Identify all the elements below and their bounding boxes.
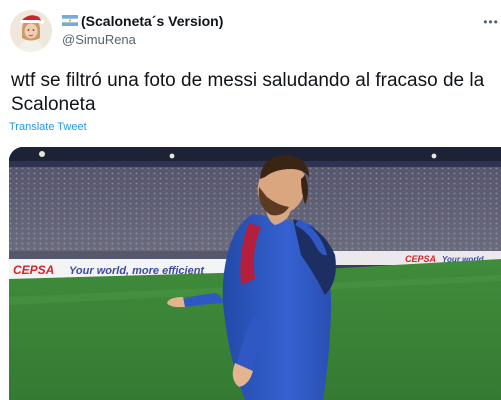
tweet-author: (Scaloneta´s Version) @SimuRena <box>62 12 223 47</box>
author-display-name[interactable]: (Scaloneta´s Version) <box>81 13 223 29</box>
avatar[interactable] <box>10 10 52 52</box>
argentina-flag-icon <box>62 15 78 26</box>
avatar-image <box>10 10 52 52</box>
tweet-card: (Scaloneta´s Version) @SimuRena ••• wtf … <box>0 0 501 400</box>
more-options-icon[interactable]: ••• <box>483 14 499 30</box>
ad-board-brand-left: CEPSA <box>13 263 54 277</box>
media-image: CEPSA Your world, more efficient CEPSA Y… <box>9 147 501 400</box>
ad-board-brand-right: CEPSA <box>405 254 436 264</box>
tweet-media[interactable]: CEPSA Your world, more efficient CEPSA Y… <box>9 147 501 400</box>
translate-tweet-link[interactable]: Translate Tweet <box>9 121 87 133</box>
tweet-text: wtf se filtró una foto de messi saludand… <box>11 70 485 115</box>
author-handle[interactable]: @SimuRena <box>62 32 223 47</box>
